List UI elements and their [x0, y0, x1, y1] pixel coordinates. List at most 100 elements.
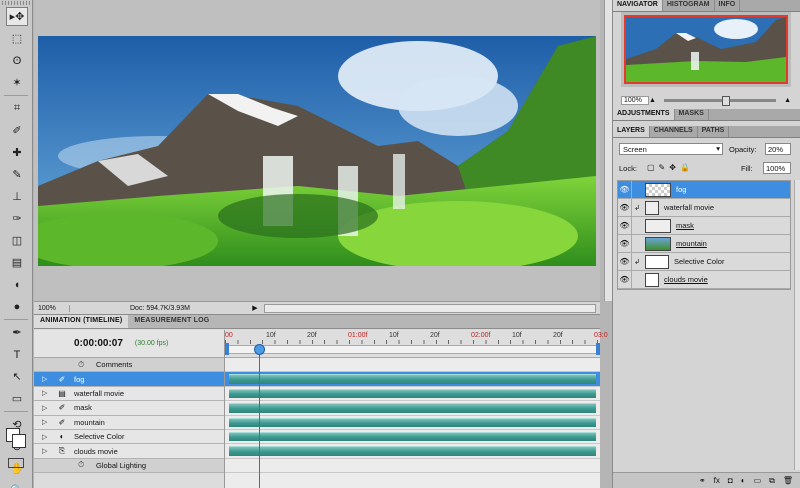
- document-horizontal-scrollbar[interactable]: [264, 303, 596, 313]
- tab-masks[interactable]: MASKS: [675, 109, 709, 120]
- work-area-end-handle[interactable]: [596, 343, 600, 355]
- layer-row[interactable]: 👁 mountain: [618, 235, 790, 253]
- visibility-eye-icon[interactable]: 👁: [618, 199, 632, 216]
- document-canvas[interactable]: [38, 36, 596, 266]
- blend-mode-select[interactable]: Screen: [619, 143, 723, 155]
- time-ruler[interactable]: 00 10f 20f 01:00f 10f 20f 02:00f 10f 20f 03:0: [225, 330, 608, 358]
- visibility-eye-icon[interactable]: 👁: [618, 271, 632, 288]
- tab-adjustments[interactable]: ADJUSTMENTS: [613, 109, 675, 120]
- status-menu-arrow-icon[interactable]: ▶: [250, 304, 260, 312]
- visibility-eye-icon[interactable]: 👁: [618, 253, 632, 270]
- expand-triangle-icon[interactable]: ▷: [42, 389, 52, 397]
- navigator-preview[interactable]: [621, 12, 791, 87]
- zoom-icon[interactable]: 🔍: [6, 481, 28, 488]
- link-layers-icon[interactable]: ⚭: [699, 476, 706, 485]
- blur-icon[interactable]: ◖: [6, 275, 28, 294]
- timeline-row[interactable]: ⏱ Global Lighting: [34, 458, 224, 474]
- layer-style-icon[interactable]: fx: [714, 476, 720, 485]
- zoom-out-icon[interactable]: ▲: [649, 97, 656, 104]
- magic-wand-icon[interactable]: ✶: [6, 73, 28, 92]
- layer-name[interactable]: clouds movie: [664, 275, 708, 284]
- navigator-view-box[interactable]: [624, 15, 788, 84]
- stopwatch-icon[interactable]: ⏱: [78, 360, 90, 370]
- tab-navigator[interactable]: NAVIGATOR: [613, 0, 663, 11]
- delete-layer-icon[interactable]: 🗑: [783, 476, 793, 485]
- playhead-handle[interactable]: [254, 344, 265, 355]
- expand-triangle-icon[interactable]: ▷: [42, 447, 52, 455]
- navigator-zoom-field[interactable]: 100%: [621, 95, 649, 105]
- layers-scrollbar[interactable]: [794, 180, 800, 470]
- doc-size-info[interactable]: Doc: 594.7K/3.93M: [70, 305, 250, 312]
- timeline-row[interactable]: ▷ ▤ waterfall movie: [34, 386, 224, 402]
- tools-grip[interactable]: [2, 1, 30, 5]
- eraser-icon[interactable]: ◫: [6, 231, 28, 250]
- add-mask-icon[interactable]: ◘: [728, 476, 733, 485]
- layer-row[interactable]: 👁 ↲ Selective Color: [618, 253, 790, 271]
- navigator-zoom-slider[interactable]: [663, 95, 777, 106]
- path-select-icon[interactable]: ↖: [6, 367, 28, 386]
- eyedropper-icon[interactable]: ✐: [6, 121, 28, 140]
- comment-track[interactable]: [225, 358, 600, 373]
- layer-duration-bar[interactable]: [225, 430, 600, 445]
- lasso-icon[interactable]: ʘ: [6, 51, 28, 70]
- timeline-row[interactable]: ⏱ Comments: [34, 358, 224, 373]
- shape-icon[interactable]: ▭: [6, 389, 28, 408]
- current-timecode[interactable]: 0:00:00:07: [74, 338, 123, 349]
- tab-paths[interactable]: PATHS: [698, 126, 730, 137]
- new-group-icon[interactable]: ▭: [754, 476, 762, 485]
- layer-thumbnail[interactable]: [645, 182, 671, 197]
- layer-name[interactable]: Selective Color: [674, 257, 724, 266]
- lock-icons[interactable]: ▢✎✥🔒: [647, 163, 694, 172]
- pen-icon[interactable]: ✒: [6, 323, 28, 342]
- layer-thumbnail[interactable]: [645, 254, 669, 269]
- work-area-bar[interactable]: [225, 345, 600, 354]
- new-layer-icon[interactable]: ⧉: [769, 476, 775, 486]
- work-area-start-handle[interactable]: [225, 343, 229, 355]
- marquee-icon[interactable]: ⬚: [6, 29, 28, 48]
- layer-row[interactable]: 👁 ↲ waterfall movie: [618, 199, 790, 217]
- dodge-icon[interactable]: ●: [6, 297, 28, 316]
- timeline-row[interactable]: ▷ ✐ mask: [34, 401, 224, 416]
- layer-row[interactable]: 👁 clouds movie: [618, 271, 790, 289]
- visibility-eye-icon[interactable]: 👁: [618, 235, 632, 252]
- layer-thumbnail[interactable]: [645, 272, 659, 287]
- tab-info[interactable]: INFO: [715, 0, 741, 11]
- tab-animation-timeline[interactable]: ANIMATION (TIMELINE): [34, 315, 129, 328]
- zoom-in-icon[interactable]: ▲: [784, 97, 791, 104]
- tab-layers[interactable]: LAYERS: [613, 126, 650, 137]
- layer-thumbnail[interactable]: [645, 236, 671, 251]
- layer-thumbnail[interactable]: [645, 218, 671, 233]
- healing-icon[interactable]: ✚: [6, 143, 28, 162]
- comment-track[interactable]: [225, 459, 600, 474]
- layer-duration-bar[interactable]: [225, 387, 600, 402]
- timeline-row[interactable]: ▷ ✐ mountain: [34, 415, 224, 430]
- crop-icon[interactable]: ⌗: [6, 99, 28, 118]
- timeline-row[interactable]: ▷ ◐ Selective Color: [34, 429, 224, 445]
- timeline-row[interactable]: ▷ ⎘ clouds movie: [34, 444, 224, 459]
- layer-duration-bar[interactable]: [225, 372, 600, 387]
- layer-row[interactable]: 👁 mask: [618, 217, 790, 235]
- stopwatch-icon[interactable]: ⏱: [78, 460, 90, 470]
- timeline-row[interactable]: ▷ ✐ fog: [34, 372, 224, 387]
- tab-measurement-log[interactable]: MEASUREMENT LOG: [128, 315, 215, 328]
- visibility-eye-icon[interactable]: 👁: [618, 181, 632, 198]
- background-color-swatch[interactable]: [12, 434, 26, 448]
- fill-field[interactable]: 100%: [763, 162, 791, 174]
- new-adjustment-icon[interactable]: ◐: [741, 476, 746, 485]
- expand-triangle-icon[interactable]: ▷: [42, 375, 52, 383]
- brush-icon[interactable]: ✎: [6, 165, 28, 184]
- opacity-field[interactable]: 20%: [765, 143, 791, 155]
- visibility-eye-icon[interactable]: 👁: [618, 217, 632, 234]
- type-icon[interactable]: T: [6, 345, 28, 364]
- layer-thumbnail[interactable]: [645, 200, 659, 215]
- gradient-icon[interactable]: ▤: [6, 253, 28, 272]
- layer-name[interactable]: mountain: [676, 239, 707, 248]
- document-vertical-scrollbar[interactable]: [604, 0, 612, 301]
- tab-histogram[interactable]: HISTOGRAM: [663, 0, 715, 11]
- layer-name[interactable]: waterfall movie: [664, 203, 714, 212]
- tab-channels[interactable]: CHANNELS: [650, 126, 698, 137]
- layer-duration-bar[interactable]: [225, 401, 600, 416]
- expand-triangle-icon[interactable]: ▷: [42, 418, 52, 426]
- expand-triangle-icon[interactable]: ▷: [42, 433, 52, 441]
- doc-zoom-field[interactable]: 100%: [34, 304, 70, 312]
